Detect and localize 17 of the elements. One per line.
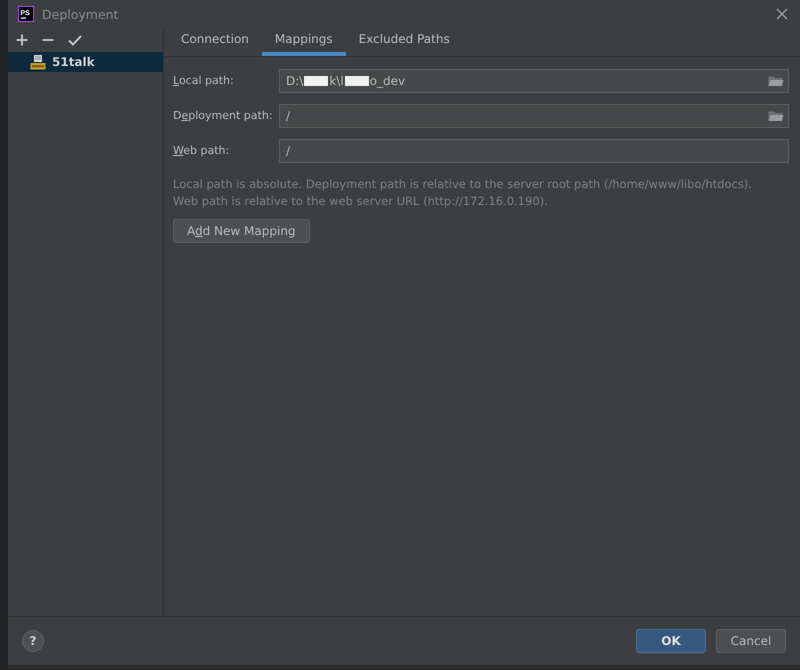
tab[interactable]: Connection: [168, 26, 262, 56]
field-label: Deployment path:: [173, 109, 274, 122]
add-mapping-button[interactable]: Add New Mapping: [173, 219, 310, 243]
cancel-button[interactable]: Cancel: [716, 629, 786, 653]
window-title: Deployment: [42, 6, 120, 22]
field-label: Local path:: [173, 74, 235, 87]
help-text: Web path is relative to the web server URL (http://172.16.0.190).: [173, 193, 549, 210]
help-text: Local path is absolute. Deployment path is relative to the server root path (/home/www/libo/htdocs).: [173, 176, 753, 193]
input-field[interactable]: /: [279, 104, 789, 128]
server-item[interactable]: 51talk: [8, 52, 163, 72]
input-field[interactable]: /: [279, 138, 789, 162]
tab[interactable]: Mappings: [262, 26, 346, 56]
ok-button[interactable]: OK: [636, 629, 706, 653]
field-label: Web path:: [173, 144, 230, 157]
tab[interactable]: Excluded Paths: [346, 26, 463, 56]
help-icon[interactable]: ?: [22, 630, 44, 652]
input-field[interactable]: D:\ k\l o_dev: [279, 68, 789, 92]
